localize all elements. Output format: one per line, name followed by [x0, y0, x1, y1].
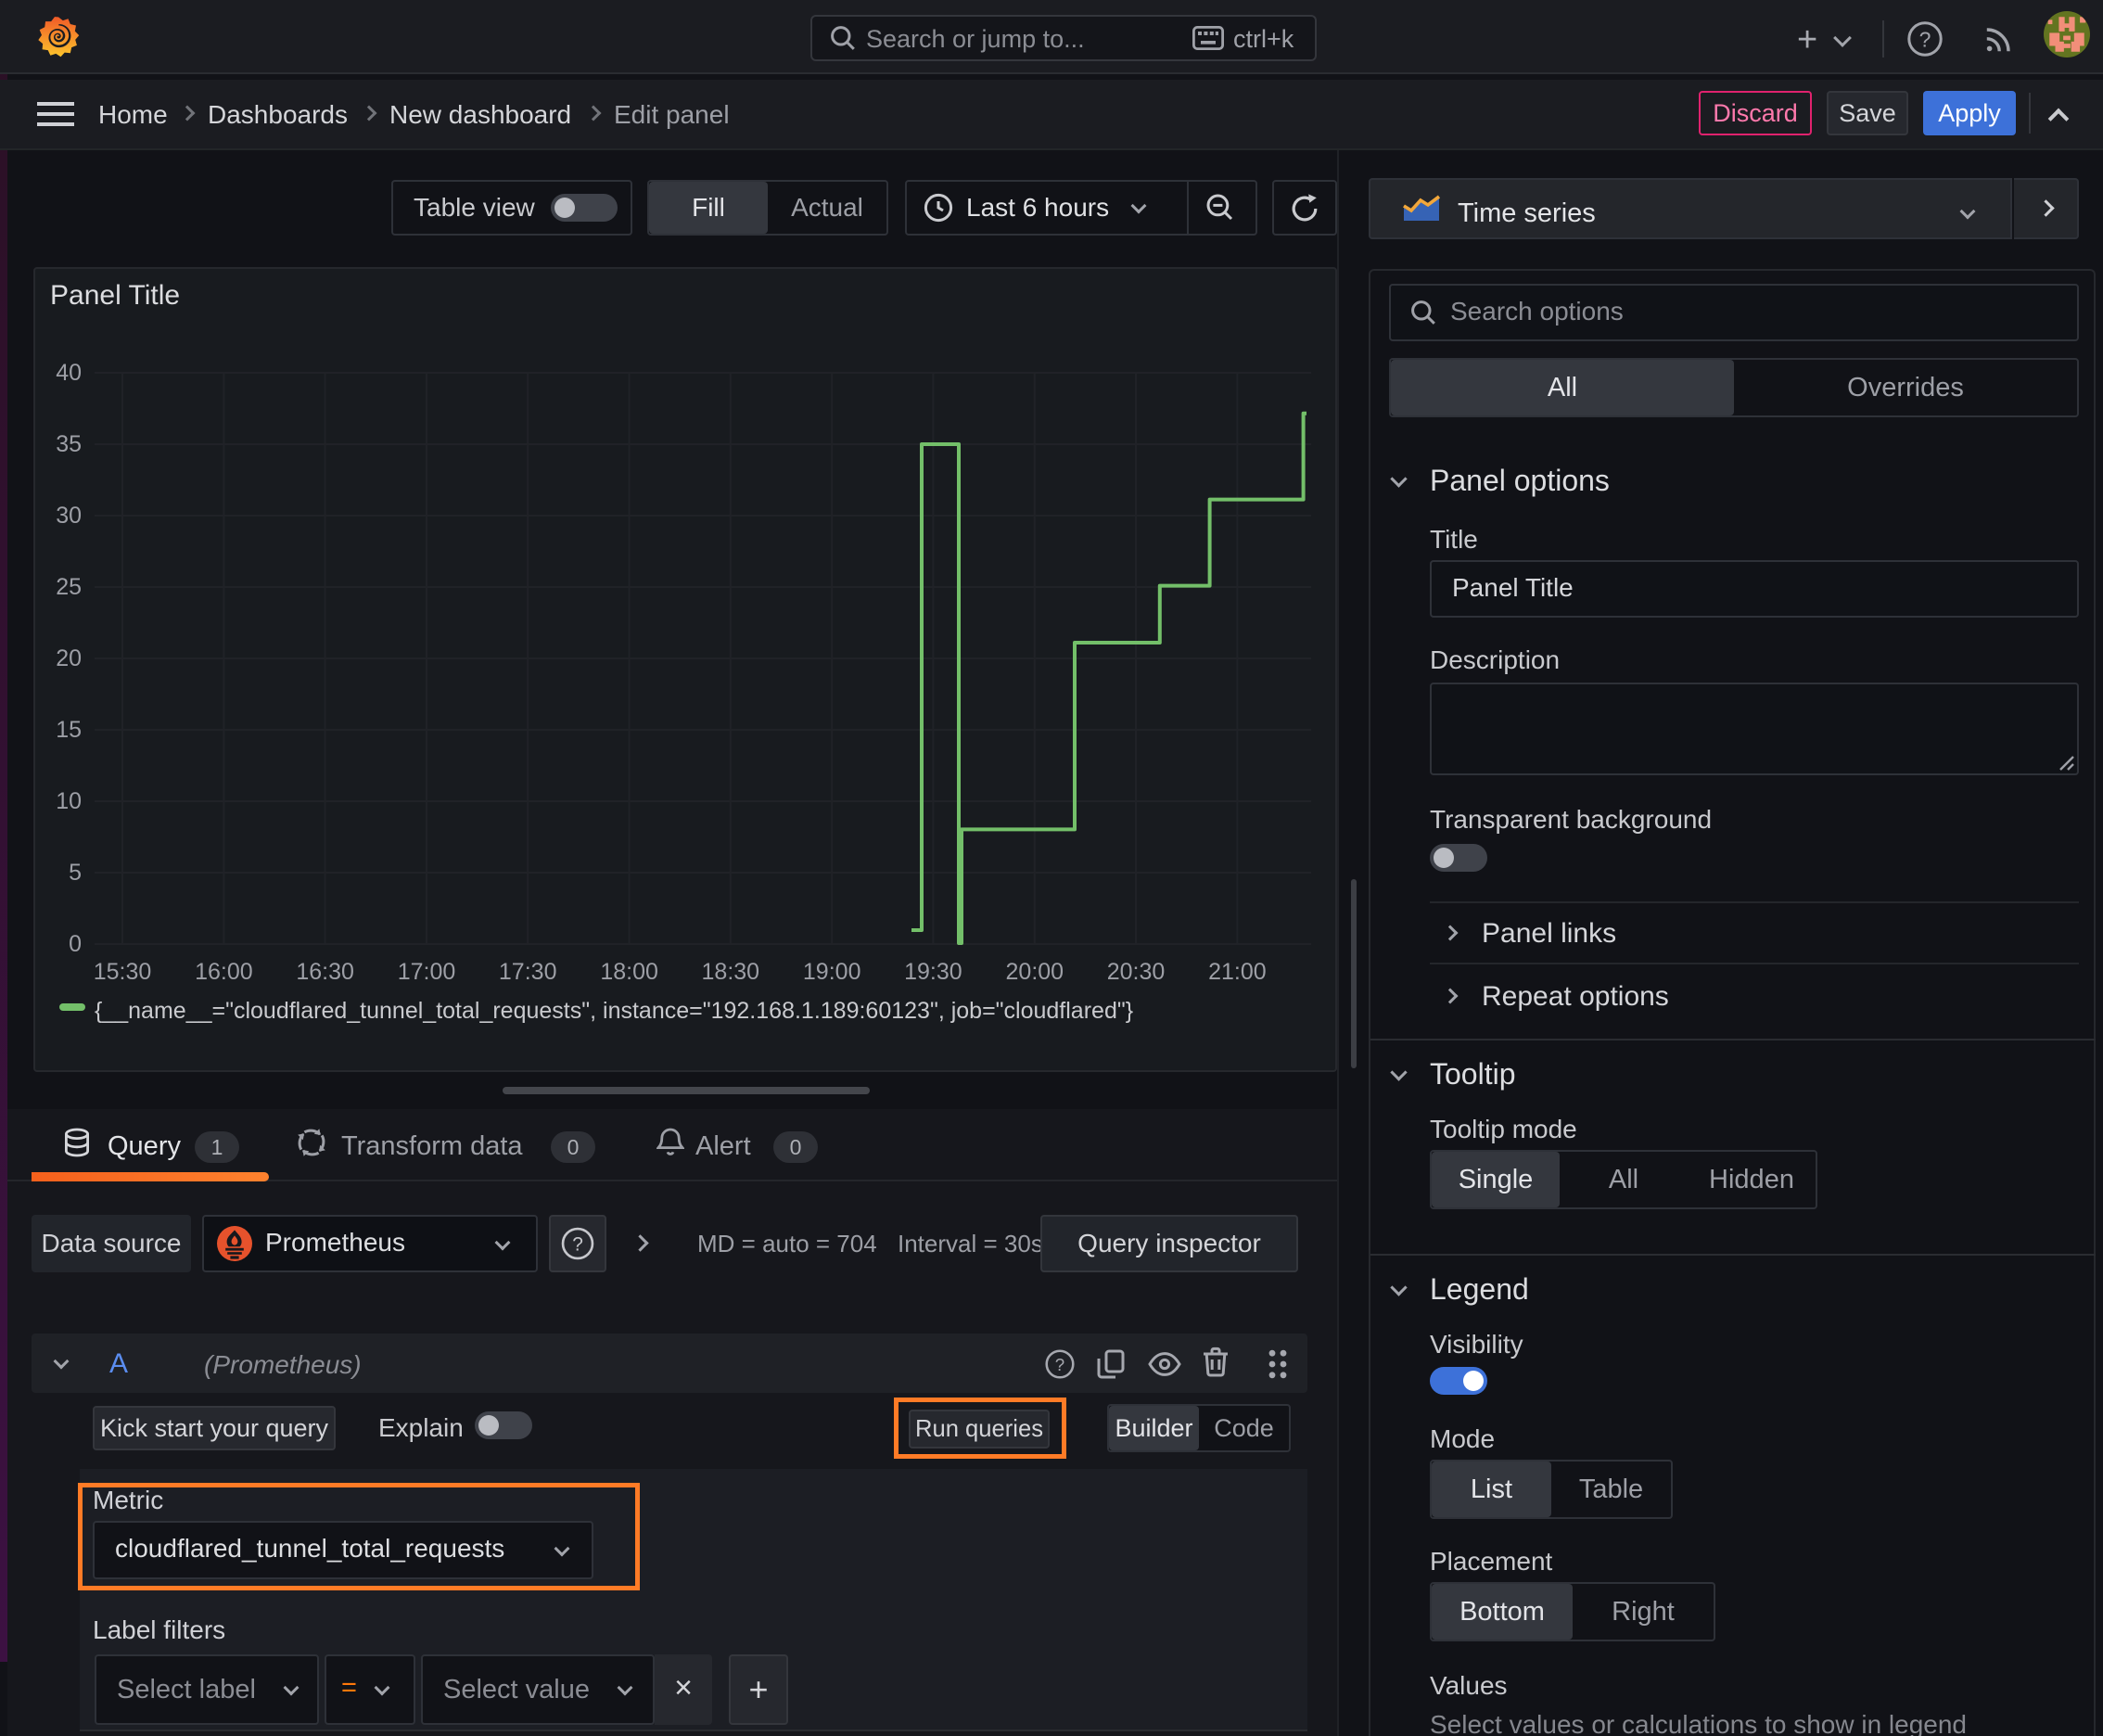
svg-text:20:00: 20:00 — [1006, 959, 1064, 985]
svg-text:10: 10 — [56, 788, 82, 814]
svg-text:17:00: 17:00 — [398, 959, 456, 985]
svg-text:17:30: 17:30 — [499, 959, 557, 985]
svg-text:21:00: 21:00 — [1208, 959, 1267, 985]
svg-text:35: 35 — [56, 431, 82, 457]
svg-text:?: ? — [1919, 27, 1931, 51]
svg-text:25: 25 — [56, 574, 82, 600]
svg-text:20: 20 — [56, 645, 82, 671]
svg-text:16:00: 16:00 — [195, 959, 253, 985]
svg-text:19:30: 19:30 — [904, 959, 962, 985]
svg-text:19:00: 19:00 — [803, 959, 861, 985]
svg-text:30: 30 — [56, 503, 82, 529]
svg-text:0: 0 — [69, 931, 82, 957]
svg-text:18:00: 18:00 — [600, 959, 658, 985]
svg-text:15: 15 — [56, 717, 82, 743]
svg-text:15:30: 15:30 — [94, 959, 152, 985]
svg-text:16:30: 16:30 — [296, 959, 354, 985]
svg-text:?: ? — [572, 1234, 583, 1256]
svg-text:?: ? — [1055, 1355, 1064, 1374]
svg-text:40: 40 — [56, 360, 82, 386]
svg-text:20:30: 20:30 — [1107, 959, 1166, 985]
svg-text:5: 5 — [69, 860, 82, 886]
svg-text:18:30: 18:30 — [702, 959, 760, 985]
